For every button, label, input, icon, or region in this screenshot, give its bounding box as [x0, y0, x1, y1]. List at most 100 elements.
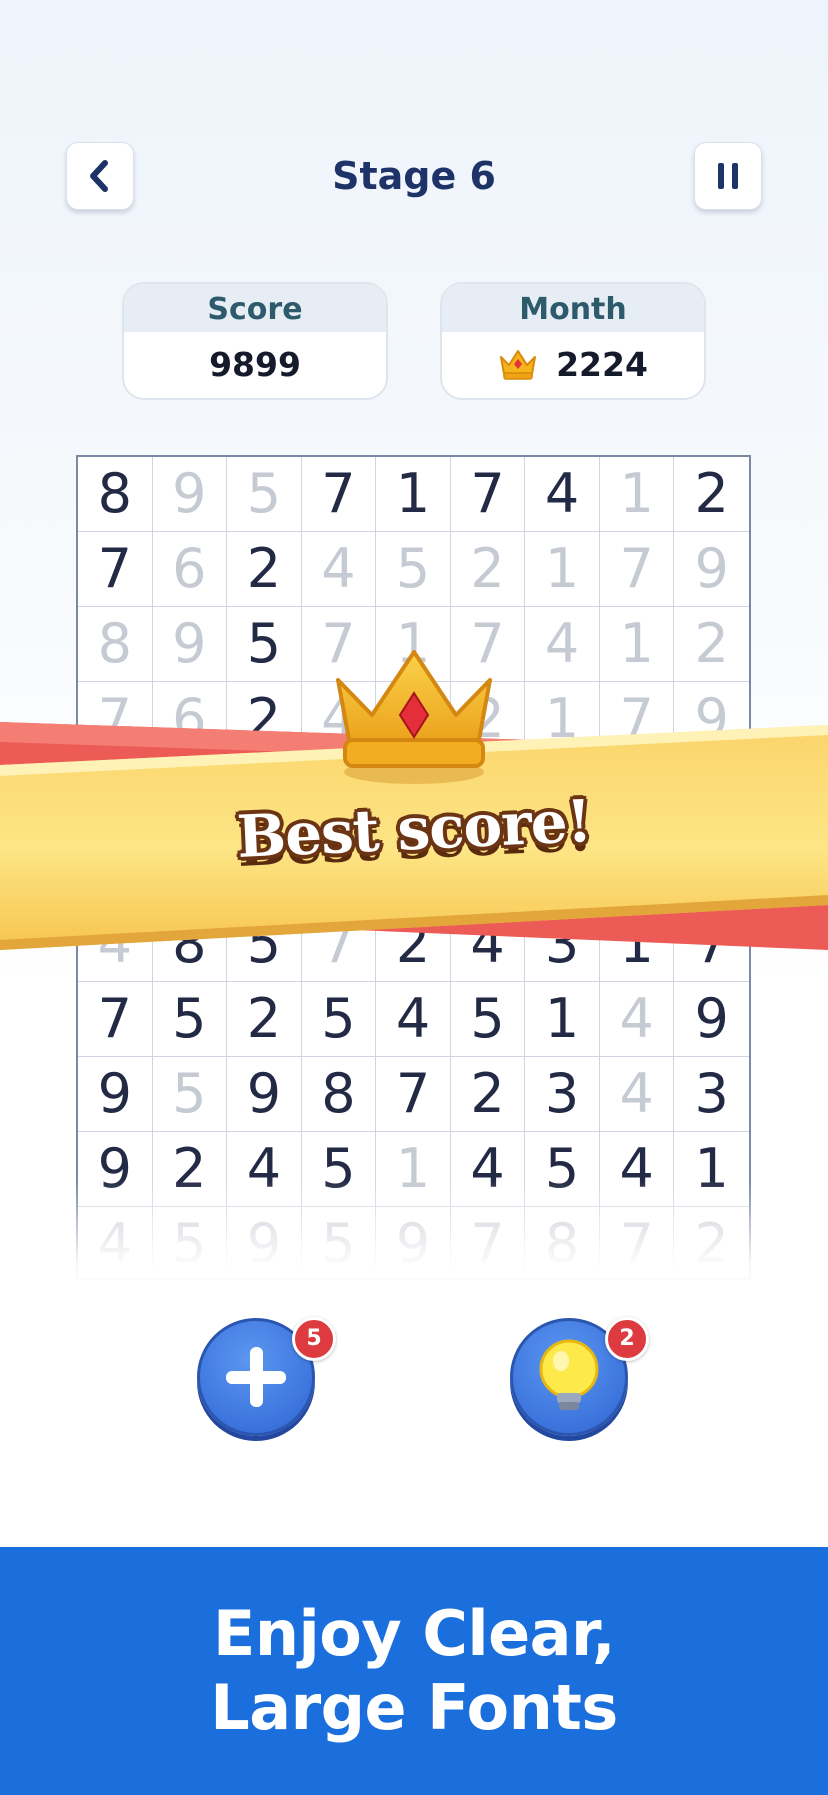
grid-cell[interactable]: 7 [599, 532, 675, 607]
grid-cell[interactable]: 2 [450, 532, 526, 607]
hint-button[interactable]: 2 [510, 1317, 649, 1436]
grid-cell[interactable] [525, 832, 600, 907]
grid-cell[interactable] [227, 757, 302, 832]
grid-cell[interactable] [376, 757, 451, 832]
grid-cell[interactable]: 7 [450, 607, 526, 682]
grid-cell[interactable]: 3 [674, 1057, 749, 1132]
score-card: Score 9899 [122, 282, 388, 400]
grid-fade-overlay [60, 1180, 770, 1290]
grid-cell[interactable] [376, 832, 451, 907]
grid-cell[interactable]: 7 [450, 457, 526, 532]
grid-cell[interactable]: 4 [525, 457, 600, 532]
pause-icon [718, 163, 738, 189]
grid-cell[interactable]: 5 [227, 907, 302, 982]
grid-cell[interactable] [599, 832, 675, 907]
grid-cell[interactable]: 9 [227, 1057, 302, 1132]
grid-cell[interactable] [450, 757, 526, 832]
pause-button[interactable] [694, 142, 762, 210]
grid-cell[interactable]: 3 [525, 1057, 600, 1132]
grid-cell[interactable]: 1 [525, 682, 600, 757]
grid-cell[interactable]: 1 [599, 607, 675, 682]
grid-cell[interactable]: 9 [674, 982, 749, 1057]
grid-cell[interactable] [301, 757, 377, 832]
promo-line-1: Enjoy Clear, [213, 1597, 616, 1670]
grid-cell[interactable] [525, 757, 600, 832]
grid-cell[interactable]: 5 [227, 457, 302, 532]
grid-cell[interactable] [227, 832, 302, 907]
grid-cell[interactable]: 1 [599, 907, 675, 982]
grid-cell[interactable]: 4 [599, 1057, 675, 1132]
month-label: Month [442, 284, 704, 332]
grid-cell[interactable]: 7 [78, 982, 153, 1057]
grid-cell[interactable]: 9 [674, 532, 749, 607]
grid-cell[interactable]: 7 [301, 907, 377, 982]
grid-cell[interactable]: 5 [376, 682, 451, 757]
month-card: Month 2224 [440, 282, 706, 400]
grid-cell[interactable]: 2 [674, 457, 749, 532]
grid-cell[interactable]: 9 [674, 682, 749, 757]
grid-cell[interactable] [152, 832, 228, 907]
grid-cell[interactable]: 2 [674, 607, 749, 682]
grid-cell[interactable]: 7 [376, 1057, 451, 1132]
grid-cell[interactable]: 4 [450, 907, 526, 982]
grid-cell[interactable]: 3 [525, 907, 600, 982]
hint-count-badge: 2 [605, 1317, 649, 1361]
grid-cell[interactable]: 1 [525, 982, 600, 1057]
grid-cell[interactable]: 7 [599, 682, 675, 757]
crown-icon [500, 350, 537, 380]
grid-cell[interactable] [450, 832, 526, 907]
grid-cell[interactable] [674, 757, 749, 832]
grid-cell[interactable]: 7 [674, 907, 749, 982]
grid-cell[interactable]: 7 [301, 457, 377, 532]
grid-cell[interactable]: 9 [152, 457, 228, 532]
grid-cell[interactable]: 4 [301, 532, 377, 607]
grid-cell[interactable]: 5 [152, 982, 228, 1057]
grid-cell[interactable]: 1 [525, 532, 600, 607]
grid-cell[interactable]: 2 [376, 907, 451, 982]
month-value: 2224 [556, 344, 648, 384]
grid-cell[interactable] [599, 757, 675, 832]
grid-cell[interactable]: 8 [301, 1057, 377, 1132]
grid-cell[interactable]: 5 [376, 532, 451, 607]
grid-cell[interactable]: 8 [78, 607, 153, 682]
grid-cell[interactable]: 4 [301, 682, 377, 757]
grid-cell[interactable]: 4 [599, 982, 675, 1057]
grid-cell[interactable] [301, 832, 377, 907]
grid-cell[interactable]: 5 [301, 982, 377, 1057]
top-bar: Stage 6 [0, 140, 828, 212]
grid-cell[interactable]: 5 [227, 607, 302, 682]
grid-cell[interactable]: 4 [525, 607, 600, 682]
grid-cell[interactable] [78, 832, 153, 907]
grid-cell[interactable]: 4 [78, 907, 153, 982]
grid-cell[interactable]: 7 [78, 682, 153, 757]
grid-cell[interactable]: 1 [599, 457, 675, 532]
promo-line-2: Large Fonts [210, 1671, 618, 1744]
score-value: 9899 [209, 344, 301, 384]
grid-cell[interactable]: 7 [301, 607, 377, 682]
grid-cell[interactable]: 2 [227, 682, 302, 757]
grid-cell[interactable]: 1 [376, 607, 451, 682]
grid-cell[interactable]: 5 [152, 1057, 228, 1132]
grid-cell[interactable]: 2 [227, 982, 302, 1057]
grid-cell[interactable]: 2 [450, 1057, 526, 1132]
grid-cell[interactable]: 5 [450, 982, 526, 1057]
grid-cell[interactable]: 8 [78, 457, 153, 532]
score-label: Score [124, 284, 386, 332]
grid-cell[interactable]: 6 [152, 532, 228, 607]
promo-footer: Enjoy Clear, Large Fonts [0, 1547, 828, 1795]
add-numbers-button[interactable]: 5 [197, 1317, 336, 1436]
number-grid: 8957174127624521798957174127624521794857… [76, 455, 751, 1282]
grid-cell[interactable]: 9 [78, 1057, 153, 1132]
grid-cell[interactable]: 4 [376, 982, 451, 1057]
grid-cell[interactable]: 7 [78, 532, 153, 607]
grid-cell[interactable]: 8 [152, 907, 228, 982]
grid-cell[interactable]: 2 [227, 532, 302, 607]
grid-cell[interactable] [674, 832, 749, 907]
grid-cell[interactable] [78, 757, 153, 832]
grid-cell[interactable] [152, 757, 228, 832]
grid-cell[interactable]: 6 [152, 682, 228, 757]
grid-cell[interactable]: 9 [152, 607, 228, 682]
add-count-badge: 5 [292, 1317, 336, 1361]
grid-cell[interactable]: 2 [450, 682, 526, 757]
grid-cell[interactable]: 1 [376, 457, 451, 532]
